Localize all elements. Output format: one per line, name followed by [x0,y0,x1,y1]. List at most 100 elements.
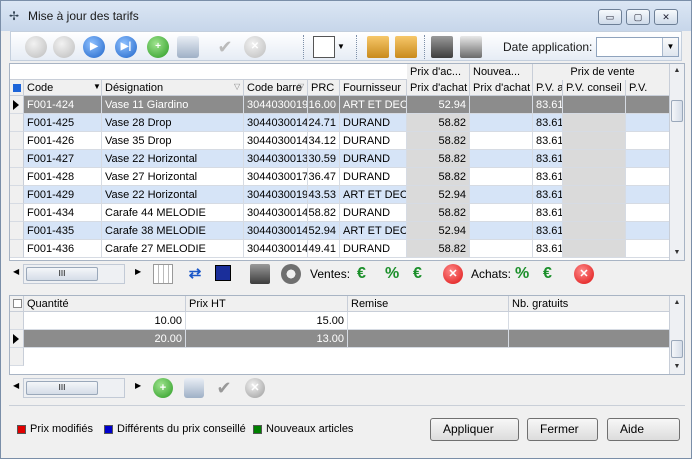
cell-supplier[interactable]: DURAND [340,204,407,222]
cell-quantity[interactable]: 10.00 [24,312,186,330]
cell-pv[interactable] [626,240,670,258]
cancel-icon[interactable]: ✕ [244,36,266,58]
cell-code[interactable]: F001-436 [24,240,102,258]
cell-new-purchase-price[interactable] [470,240,533,258]
cell-prc[interactable]: 52.94 [308,222,340,240]
cell-barcode[interactable]: 3044030014 [244,204,308,222]
help-button[interactable]: Aide [607,418,680,441]
row-indicator[interactable] [10,348,24,366]
cell-designation[interactable]: Vase 28 Drop [102,114,244,132]
cell-pv[interactable] [626,150,670,168]
cell-purchase-price[interactable]: 58.82 [407,132,470,150]
row-indicator[interactable] [10,204,24,222]
cell-designation[interactable]: Vase 35 Drop [102,132,244,150]
cell-designation[interactable]: Vase 11 Giardino [102,96,244,114]
table-row[interactable]: F001-424 Vase 11 Giardino 3044030019 16.00 A… [10,96,670,114]
cell-purchase-price[interactable]: 52.94 [407,186,470,204]
cell-code[interactable]: F001-428 [24,168,102,186]
cancel-quantity-icon[interactable]: ✕ [245,378,265,398]
cell-advised-price[interactable] [563,168,626,186]
delete-quantity-icon[interactable] [184,378,204,398]
last-record-icon[interactable]: ▶| [115,36,137,58]
cell-purchase-price[interactable]: 58.82 [407,168,470,186]
cell-barcode[interactable]: 3044030014 [244,132,308,150]
add-quantity-icon[interactable]: + [153,378,173,398]
cell-supplier[interactable]: DURAND [340,114,407,132]
scroll-thumb[interactable] [671,340,683,358]
cell-purchase-price[interactable]: 58.82 [407,150,470,168]
cell-pv[interactable] [626,168,670,186]
sales-cancel-icon[interactable]: ✕ [443,264,463,284]
minimize-button[interactable]: ▭ [598,9,622,25]
column-header-pv[interactable]: P.V. [626,80,670,96]
cell-barcode[interactable]: 3044030013 [244,150,308,168]
cell-sale-price[interactable]: 83.61 [533,114,563,132]
table-row[interactable]: F001-429 Vase 22 Horizontal 3044030019 43.5… [10,186,670,204]
cell-advised-price[interactable] [563,222,626,240]
cell-designation[interactable]: Vase 27 Horizontal [102,168,244,186]
table-row[interactable]: F001-428 Vase 27 Horizontal 3044030017 36.4… [10,168,670,186]
cell-prc[interactable]: 24.71 [308,114,340,132]
validate-quantity-icon[interactable]: ✔ [214,378,234,398]
row-indicator[interactable] [10,132,24,150]
column-header-discount[interactable]: Remise [348,296,509,312]
cell-advised-price[interactable] [563,150,626,168]
column-header-new-purchase-price[interactable]: Prix d'achat [470,80,533,96]
cell-barcode[interactable]: 3044030019 [244,186,308,204]
column-header-prc[interactable]: PRC [308,80,340,96]
cell-new-purchase-price[interactable] [470,222,533,240]
cell-prc[interactable]: 49.41 [308,240,340,258]
cell-new-purchase-price[interactable] [470,150,533,168]
row-indicator[interactable] [10,114,24,132]
cell-advised-price[interactable] [563,132,626,150]
column-header-designation[interactable]: Désignation [102,80,244,96]
cell-barcode[interactable]: 3044030019 [244,96,308,114]
cell-prc[interactable]: 43.53 [308,186,340,204]
cell-price-ht[interactable]: 15.00 [186,312,348,330]
import-folder-icon[interactable] [367,36,389,58]
delete-record-icon[interactable] [177,36,199,58]
cell-designation[interactable]: Vase 22 Horizontal [102,186,244,204]
cell-supplier[interactable]: DURAND [340,150,407,168]
scroll-down-icon[interactable]: ▼ [670,246,684,260]
sales-euro-green-icon[interactable]: € [357,264,377,284]
cell-new-purchase-price[interactable] [470,96,533,114]
table-row[interactable]: F001-426 Vase 35 Drop 3044030014 34.12 DURAN… [10,132,670,150]
row-indicator[interactable] [10,330,24,348]
cell-purchase-price[interactable]: 58.82 [407,240,470,258]
barcode-scanner-icon[interactable] [250,264,270,284]
select-all-checkbox[interactable] [10,80,24,96]
calendar-icon[interactable] [215,265,231,281]
validate-icon[interactable]: ✔ [214,36,236,58]
sales-percent-icon[interactable]: % [385,264,405,284]
cell-code[interactable]: F001-429 [24,186,102,204]
cell-prc[interactable]: 16.00 [308,96,340,114]
cell-barcode[interactable]: 3044030014 [244,240,308,258]
cell-purchase-price[interactable]: 58.82 [407,204,470,222]
cell-pv[interactable] [626,222,670,240]
cell-designation[interactable]: Carafe 27 MELODIE [102,240,244,258]
cell-advised-price[interactable] [563,186,626,204]
table-row[interactable]: F001-435 Carafe 38 MELODIE 3044030014 52.94… [10,222,670,240]
close-window-button[interactable]: ✕ [654,9,678,25]
next-record-icon[interactable]: ▶ [83,36,105,58]
tariffs-horizontal-scrollbar[interactable]: III [23,264,125,284]
cell-code[interactable]: F001-435 [24,222,102,240]
print-list-icon[interactable] [313,36,335,58]
cell-supplier[interactable]: ART ET DEC [340,186,407,204]
cell-pv[interactable] [626,204,670,222]
cell-prc[interactable]: 36.47 [308,168,340,186]
maximize-button[interactable]: ▢ [626,9,650,25]
quantity-vertical-scrollbar[interactable]: ▲ ▼ [669,296,684,374]
cell-sale-price[interactable]: 83.61 [533,132,563,150]
cell-supplier[interactable]: ART ET DEC [340,96,407,114]
cell-code[interactable]: F001-434 [24,204,102,222]
scroll-up-icon[interactable]: ▲ [670,296,684,310]
cell-barcode[interactable]: 3044030017 [244,168,308,186]
cell-sale-price[interactable]: 83.61 [533,186,563,204]
tariffs-vertical-scrollbar[interactable]: ▲ ▼ [669,64,684,260]
row-indicator[interactable] [10,312,24,330]
cell-quantity[interactable]: 20.00 [24,330,186,348]
cell-supplier[interactable]: DURAND [340,132,407,150]
chevron-down-icon[interactable]: ▼ [662,38,678,56]
